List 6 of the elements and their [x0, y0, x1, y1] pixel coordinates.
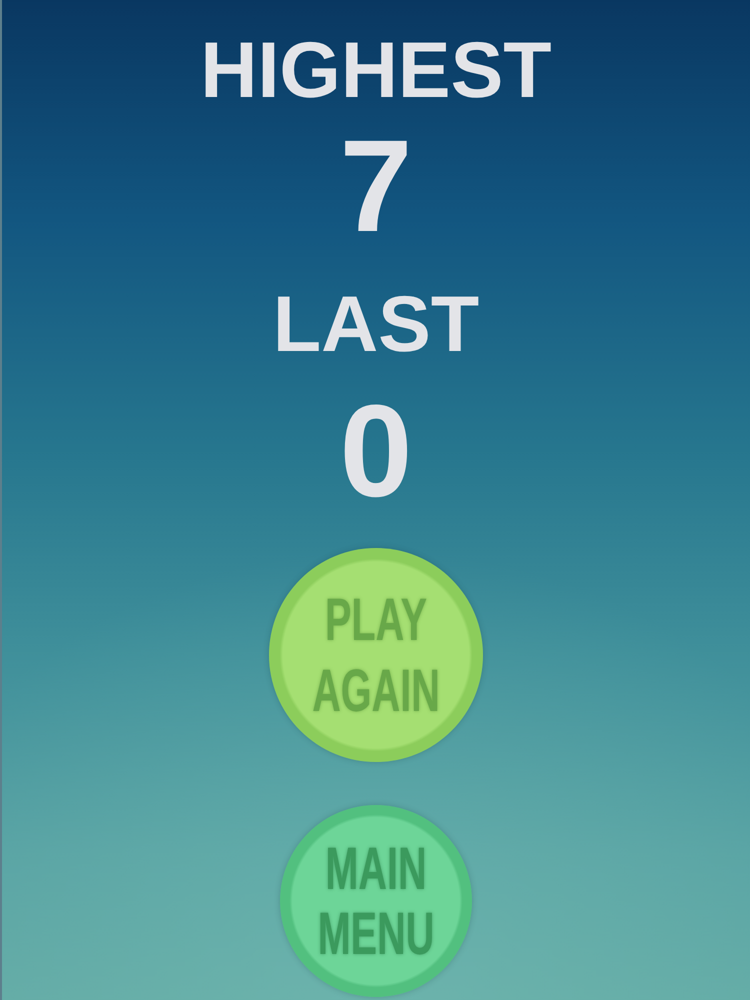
score-label: LAST [272, 284, 480, 363]
score-value: 0 [340, 385, 412, 516]
main-menu-button[interactable]: MAIN MENU [280, 805, 472, 997]
score-value: 7 [340, 120, 412, 251]
score-label: HIGHEST [200, 30, 552, 109]
play-again-button[interactable]: PLAY AGAIN [269, 548, 483, 762]
